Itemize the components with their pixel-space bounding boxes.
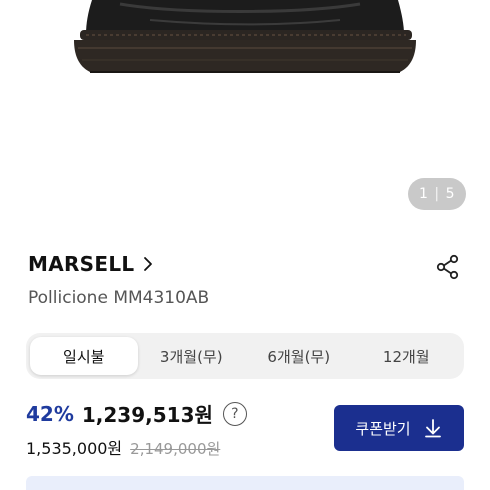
- plan-tab-6-months[interactable]: 6개월(무): [245, 337, 353, 375]
- plan-tab-12-months[interactable]: 12개월: [353, 337, 461, 375]
- brand-link[interactable]: MARSELL: [28, 252, 156, 276]
- sub-price-row: 1,535,000원 2,149,000원: [26, 435, 220, 459]
- coupon-button-label: 쿠폰받기: [355, 419, 411, 438]
- discount-rate: 42%: [26, 401, 74, 426]
- image-counter: 1 | 5: [408, 178, 466, 210]
- plan-tab-3-months[interactable]: 3개월(무): [138, 337, 246, 375]
- product-model: Pollicione MM4310AB: [28, 288, 210, 308]
- original-price: 2,149,000원: [130, 440, 221, 458]
- brand-name: MARSELL: [28, 252, 135, 276]
- plan-tab-lump-sum[interactable]: 일시불: [30, 337, 138, 375]
- price-row: 42% 1,239,513원 ?: [26, 399, 247, 428]
- sale-price: 1,239,513원: [81, 403, 213, 427]
- counter-separator: |: [434, 186, 440, 202]
- download-arrow-icon: [424, 419, 441, 438]
- share-icon[interactable]: [434, 253, 462, 281]
- help-icon[interactable]: ?: [222, 401, 247, 426]
- sub-price: 1,535,000원: [26, 439, 123, 458]
- chevron-right-icon: [144, 257, 153, 271]
- counter-total: 5: [445, 186, 456, 202]
- coupon-download-button[interactable]: 쿠폰받기: [334, 405, 464, 451]
- installment-plan-tabs: 일시불 3개월(무) 6개월(무) 12개월: [26, 333, 464, 379]
- product-image-gallery[interactable]: 1 | 5: [0, 0, 490, 225]
- counter-current: 1: [418, 186, 429, 202]
- promo-banner[interactable]: [26, 476, 464, 490]
